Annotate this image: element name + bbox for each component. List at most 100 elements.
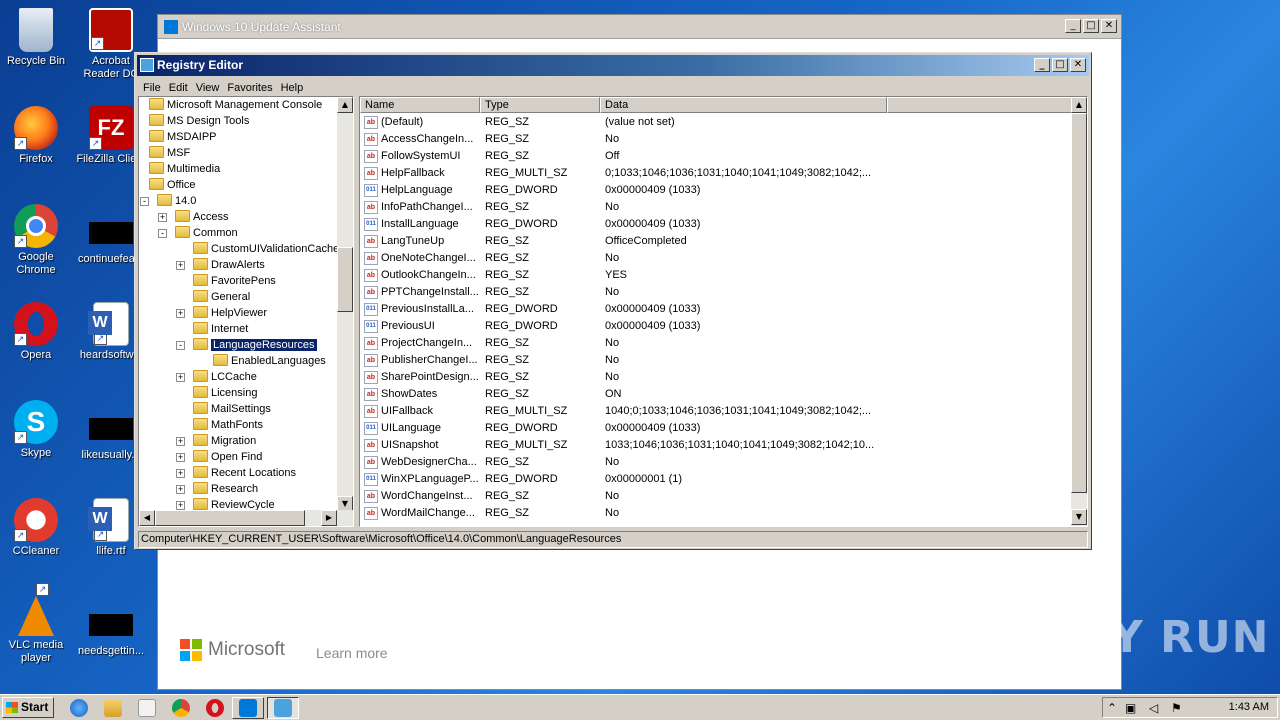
tree-node[interactable]: MSF (149, 145, 190, 161)
expand-icon[interactable]: + (176, 453, 185, 462)
action-center-flag-icon[interactable]: ⚑ (1171, 701, 1182, 715)
media-player-icon[interactable] (138, 699, 156, 717)
expand-icon[interactable]: + (176, 501, 185, 510)
expand-icon[interactable]: + (176, 373, 185, 382)
menu-item-edit[interactable]: Edit (167, 82, 194, 94)
column-header-type[interactable]: Type (480, 97, 600, 113)
value-row[interactable]: 011 UILanguage REG_DWORD 0x00000409 (1033) (360, 420, 1071, 437)
collapse-icon[interactable]: - (158, 229, 167, 238)
menu-item-file[interactable]: File (141, 82, 167, 94)
scroll-thumb[interactable] (1071, 113, 1087, 493)
expand-icon[interactable]: + (176, 437, 185, 446)
h-scroll-thumb[interactable] (155, 510, 305, 526)
opera-taskbar-icon[interactable] (206, 699, 224, 717)
minimize-button[interactable]: _ (1065, 19, 1081, 33)
value-row[interactable]: ab WordChangeInst... REG_SZ No (360, 488, 1071, 505)
expand-icon[interactable]: + (176, 485, 185, 494)
value-row[interactable]: 011 PreviousInstallLa... REG_DWORD 0x000004… (360, 301, 1071, 318)
tree-node[interactable]: MathFonts (193, 417, 263, 433)
tree-node[interactable]: Microsoft Management Console (149, 97, 322, 113)
desktop-icon[interactable]: ↗ VLC media player (0, 583, 73, 665)
show-hidden-icons-icon[interactable]: ⌃ (1107, 701, 1117, 715)
value-row[interactable]: ab SharePointDesign... REG_SZ No (360, 369, 1071, 386)
value-row[interactable]: ab UISnapshot REG_MULTI_SZ 1033;1046;1036;1… (360, 437, 1071, 454)
tree-node[interactable]: + Recent Locations (176, 465, 296, 481)
chrome-taskbar-icon[interactable] (172, 699, 190, 717)
tree-node[interactable]: + LCCache (176, 369, 257, 385)
value-row[interactable]: 011 WinXPLanguageP... REG_DWORD 0x00000001 … (360, 471, 1071, 488)
tree-node[interactable]: Multimedia (149, 161, 220, 177)
taskbar-registry-editor[interactable] (267, 697, 299, 719)
tree-node[interactable]: General (193, 289, 250, 305)
desktop-icon[interactable]: needsgettin... (74, 596, 148, 658)
key-tree-pane[interactable]: Microsoft Management Console MS Design To… (138, 96, 354, 527)
scroll-right-arrow-icon[interactable]: ▶ (321, 510, 337, 526)
tree-node[interactable]: EnabledLanguages (213, 353, 326, 369)
registry-editor-window[interactable]: Registry Editor _ □ ✕ File Edit View Favori… (134, 52, 1092, 550)
tree-node[interactable]: - Common (158, 225, 238, 241)
value-row[interactable]: ab WebDesignerCha... REG_SZ No (360, 454, 1071, 471)
value-row[interactable]: ab InfoPathChangeI... REG_SZ No (360, 199, 1071, 216)
tree-node[interactable]: - 14.0 (140, 193, 196, 209)
tree-node[interactable]: Internet (193, 321, 248, 337)
tree-node[interactable]: + Research (176, 481, 258, 497)
volume-icon[interactable]: ◁ (1149, 701, 1158, 715)
scroll-up-arrow-icon[interactable]: ▲ (1071, 97, 1087, 113)
tree-node[interactable]: + Access (158, 209, 228, 225)
column-header-data[interactable]: Data (600, 97, 887, 113)
value-row[interactable]: ab HelpFallback REG_MULTI_SZ 0;1033;1046;10… (360, 165, 1071, 182)
tree-node[interactable]: MSDAIPP (149, 129, 217, 145)
tree-node[interactable]: MS Design Tools (149, 113, 249, 129)
desktop-icon[interactable]: ↗ Firefox (0, 106, 73, 166)
value-row[interactable]: 011 PreviousUI REG_DWORD 0x00000409 (1033) (360, 318, 1071, 335)
clock[interactable]: 1:43 AM (1229, 701, 1269, 713)
learn-more-link[interactable]: Learn more (316, 645, 388, 661)
value-row[interactable]: ab PPTChangeInstall... REG_SZ No (360, 284, 1071, 301)
tree-node[interactable]: + HelpViewer (176, 305, 267, 321)
desktop-icon[interactable]: ↗ CCleaner (0, 498, 73, 558)
scroll-down-arrow-icon[interactable]: ▼ (1071, 509, 1087, 525)
tree-node[interactable]: + Migration (176, 433, 256, 449)
value-row[interactable]: ab PublisherChangeI... REG_SZ No (360, 352, 1071, 369)
tree-node[interactable]: + DrawAlerts (176, 257, 265, 273)
tree-node[interactable]: - LanguageResources (176, 337, 318, 353)
value-row[interactable]: ab (Default) REG_SZ (value not set) (360, 114, 1071, 131)
menu-item-view[interactable]: View (194, 82, 226, 94)
desktop-icon[interactable]: Recycle Bin (0, 8, 73, 68)
desktop-icon[interactable]: ↗ Opera (0, 302, 73, 362)
tree-node[interactable]: MailSettings (193, 401, 271, 417)
values-list-pane[interactable]: Name Type Data ab (Default) REG_SZ (value n… (359, 96, 1088, 527)
scroll-thumb[interactable] (337, 247, 353, 312)
update-assistant-titlebar[interactable]: Windows 10 Update Assistant _ □ ✕ (158, 15, 1121, 39)
value-row[interactable]: ab ProjectChangeIn... REG_SZ No (360, 335, 1071, 352)
menu-item-help[interactable]: Help (279, 82, 310, 94)
scroll-left-arrow-icon[interactable]: ◀ (139, 510, 155, 526)
file-explorer-icon[interactable] (104, 699, 122, 717)
maximize-button[interactable]: □ (1083, 19, 1099, 33)
registry-editor-titlebar[interactable]: Registry Editor _ □ ✕ (137, 55, 1089, 76)
value-row[interactable]: ab FollowSystemUI REG_SZ Off (360, 148, 1071, 165)
tree-node[interactable]: Licensing (193, 385, 257, 401)
desktop-icon[interactable]: ↗ Skype (0, 400, 73, 460)
expand-icon[interactable]: + (176, 309, 185, 318)
tree-node[interactable]: CustomUIValidationCache (193, 241, 339, 257)
value-row[interactable]: ab UIFallback REG_MULTI_SZ 1040;0;1033;1046… (360, 403, 1071, 420)
taskbar-update-assistant[interactable] (232, 697, 264, 719)
network-icon[interactable]: ▣ (1125, 701, 1136, 715)
value-row[interactable]: 011 HelpLanguage REG_DWORD 0x00000409 (1033… (360, 182, 1071, 199)
tree-node[interactable]: FavoritePens (193, 273, 276, 289)
close-button[interactable]: ✕ (1070, 58, 1086, 72)
value-row[interactable]: ab ShowDates REG_SZ ON (360, 386, 1071, 403)
collapse-icon[interactable]: - (176, 341, 185, 350)
maximize-button[interactable]: □ (1052, 58, 1068, 72)
value-row[interactable]: ab OneNoteChangeI... REG_SZ No (360, 250, 1071, 267)
tree-node[interactable]: + Open Find (176, 449, 262, 465)
close-button[interactable]: ✕ (1101, 19, 1117, 33)
tree-vertical-scrollbar[interactable]: ▲ ▼ (337, 97, 353, 512)
internet-explorer-icon[interactable] (70, 699, 88, 717)
start-button[interactable]: Start (2, 697, 54, 718)
menu-item-favorites[interactable]: Favorites (225, 82, 278, 94)
minimize-button[interactable]: _ (1034, 58, 1050, 72)
value-row[interactable]: ab AccessChangeIn... REG_SZ No (360, 131, 1071, 148)
tree-horizontal-scrollbar[interactable]: ◀ ▶ (139, 510, 353, 526)
